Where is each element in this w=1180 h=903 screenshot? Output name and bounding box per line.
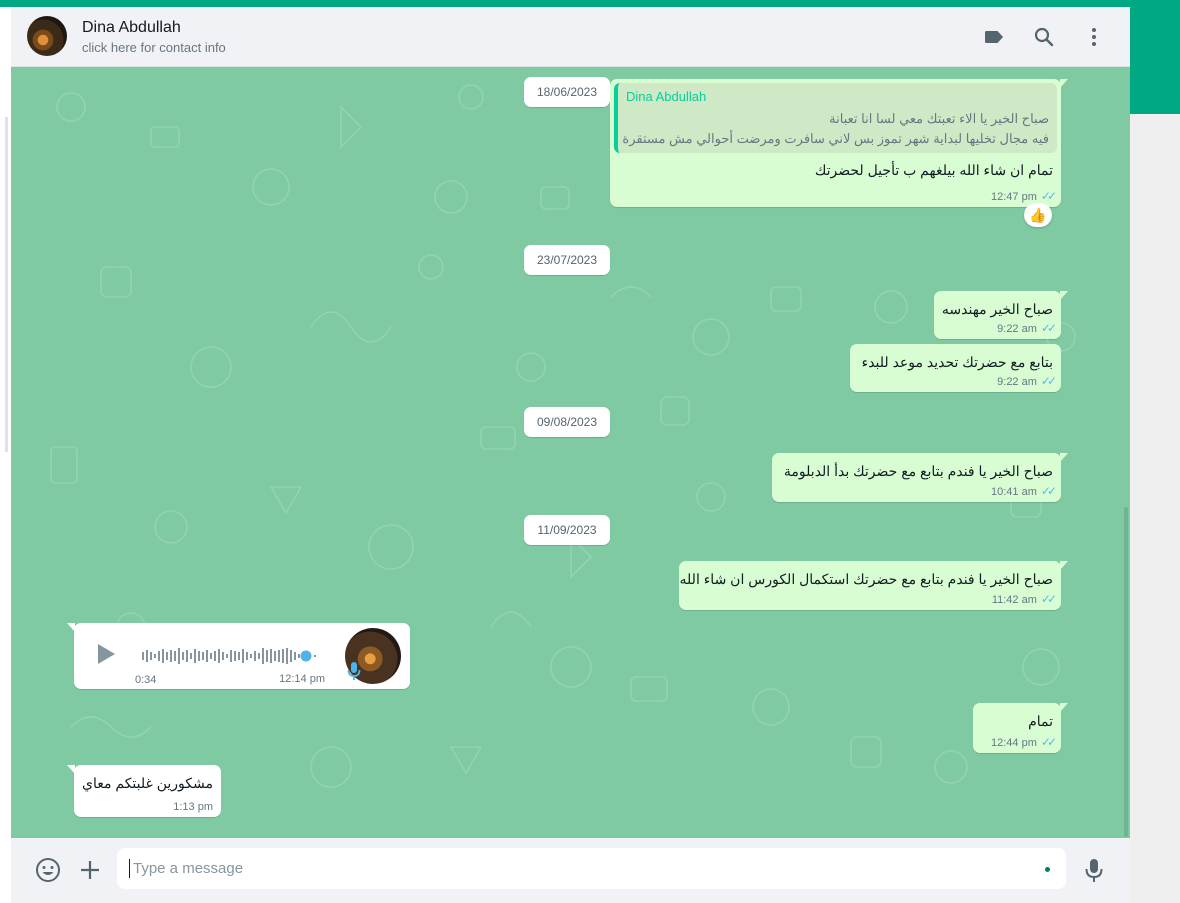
date-separator: 18/06/2023 xyxy=(524,77,610,107)
message-meta: 12:47 pm ✓✓ xyxy=(991,189,1057,203)
outgoing-message[interactable]: صباح الخير يا فندم بتابع مع حضرتك بدأ ال… xyxy=(772,453,1068,502)
date-separator: 09/08/2023 xyxy=(524,407,610,437)
sidebar-scrollbar[interactable] xyxy=(5,117,8,452)
message-input[interactable]: Type a message xyxy=(117,848,1066,889)
sidebar-edge xyxy=(0,7,11,903)
voice-duration: 0:34 xyxy=(135,674,157,686)
status-dot xyxy=(1045,867,1050,872)
chat-pane[interactable]: 18/06/2023 23/07/2023 09/08/2023 11/09/2… xyxy=(11,67,1130,838)
message-composer: Type a message xyxy=(11,838,1130,903)
reaction-badge[interactable]: 👍 xyxy=(1024,203,1052,227)
play-icon[interactable] xyxy=(95,642,117,669)
message-meta: 9:22 am ✓✓ xyxy=(997,321,1057,335)
message-text: بتابع مع حضرتك تحديد موعد للبدء xyxy=(861,354,1053,370)
contact-name[interactable]: Dina Abdullah xyxy=(82,19,181,37)
quoted-text-line: فيه مجال تخليها لبداية شهر تموز بس لاني … xyxy=(622,131,1049,146)
outgoing-reply-message[interactable]: Dina Abdullah صباح الخير يا الاء تعبتك م… xyxy=(610,79,1068,207)
text-caret xyxy=(129,859,130,878)
outgoing-message[interactable]: صباح الخير مهندسه 9:22 am ✓✓ xyxy=(934,291,1068,339)
date-separator: 11/09/2023 xyxy=(524,515,610,545)
message-time: 12:47 pm xyxy=(991,191,1037,203)
incoming-message[interactable]: مشكورين غلبتكم معاي 1:13 pm xyxy=(67,765,221,817)
date-separator: 23/07/2023 xyxy=(524,245,610,275)
read-ticks-icon: ✓✓ xyxy=(1040,189,1057,203)
waveform[interactable] xyxy=(142,646,322,666)
contact-info-hint[interactable]: click here for contact info xyxy=(82,40,226,55)
read-ticks-icon: ✓✓ xyxy=(1040,374,1057,388)
message-time: 12:14 pm xyxy=(279,673,325,685)
quoted-text-line: صباح الخير يا الاء تعبتك معي لسا انا تعب… xyxy=(829,111,1049,126)
quoted-author: Dina Abdullah xyxy=(626,89,707,104)
menu-icon[interactable] xyxy=(1082,25,1106,49)
message-time: 9:22 am xyxy=(997,376,1037,388)
message-time: 9:22 am xyxy=(997,323,1037,335)
read-ticks-icon: ✓✓ xyxy=(1040,321,1057,335)
outgoing-message[interactable]: تمام 12:44 pm ✓✓ xyxy=(973,703,1068,753)
message-meta: 9:22 am ✓✓ xyxy=(997,374,1057,388)
read-ticks-icon: ✓✓ xyxy=(1040,592,1057,606)
message-text: صباح الخير يا فندم بتابع مع حضرتك استكما… xyxy=(679,571,1053,587)
microphone-icon[interactable] xyxy=(1083,857,1105,888)
search-icon[interactable] xyxy=(1032,25,1056,49)
message-text: تمام xyxy=(1028,713,1053,729)
emoji-icon[interactable] xyxy=(35,857,61,888)
window-backdrop-accent xyxy=(1130,7,1180,114)
microphone-icon xyxy=(346,661,362,684)
chat-scrollbar[interactable] xyxy=(1124,507,1128,837)
message-input-placeholder: Type a message xyxy=(133,860,244,877)
contact-avatar[interactable] xyxy=(27,16,67,56)
message-time: 11:42 am xyxy=(991,594,1037,606)
message-text: صباح الخير يا فندم بتابع مع حضرتك بدأ ال… xyxy=(783,463,1053,479)
message-text: صباح الخير مهندسه xyxy=(941,301,1053,317)
label-icon[interactable] xyxy=(982,25,1006,49)
message-meta: 12:44 pm ✓✓ xyxy=(991,735,1057,749)
attach-plus-icon[interactable] xyxy=(78,858,102,887)
top-accent-bar xyxy=(0,0,1180,7)
message-meta: 10:41 am ✓✓ xyxy=(991,484,1057,498)
incoming-voice-message[interactable]: 0:34 12:14 pm xyxy=(67,623,410,689)
message-text: تمام ان شاء الله بيلغهم ب تأجيل لحضرتك xyxy=(814,162,1053,178)
message-meta: 11:42 am ✓✓ xyxy=(991,592,1057,606)
outgoing-message[interactable]: صباح الخير يا فندم بتابع مع حضرتك استكما… xyxy=(679,561,1068,610)
chat-header[interactable]: Dina Abdullah click here for contact inf… xyxy=(11,7,1130,67)
message-text: مشكورين غلبتكم معاي xyxy=(82,775,213,791)
message-time: 1:13 pm xyxy=(173,801,213,813)
read-ticks-icon: ✓✓ xyxy=(1040,484,1057,498)
read-ticks-icon: ✓✓ xyxy=(1040,735,1057,749)
outgoing-message[interactable]: بتابع مع حضرتك تحديد موعد للبدء 9:22 am ✓… xyxy=(850,344,1061,392)
quoted-message[interactable]: Dina Abdullah صباح الخير يا الاء تعبتك م… xyxy=(614,83,1057,153)
window-backdrop xyxy=(1130,114,1180,903)
message-time: 12:44 pm xyxy=(991,737,1037,749)
message-time: 10:41 am xyxy=(991,486,1037,498)
